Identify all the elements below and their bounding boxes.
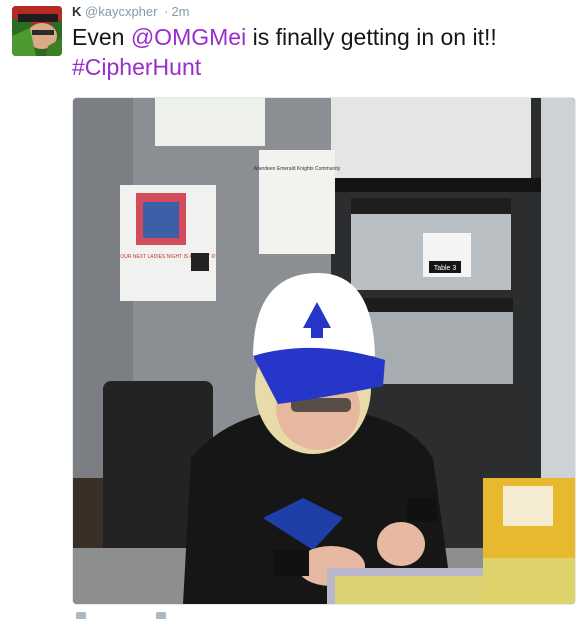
display-name[interactable]: K [72, 4, 81, 19]
tweet-text: Even @OMGMei is finally getting in on it… [72, 22, 572, 82]
tweet-photo[interactable]: Table 3 OUR NEXT LADIES NIGHT IS AUGUST … [72, 97, 576, 605]
handle[interactable]: @kaycxpher [85, 4, 157, 19]
hashtag-link[interactable]: #CipherHunt [72, 54, 201, 80]
tweet-text-before: Even [72, 24, 131, 50]
bin-label: Table 3 [434, 265, 457, 272]
timestamp[interactable]: 2m [171, 4, 189, 19]
tweet-text-after: is finally getting in on it!! [246, 24, 497, 50]
tweet-actions [72, 610, 272, 619]
avatar[interactable] [12, 6, 62, 56]
separator: · [164, 4, 169, 19]
avatar-image [12, 6, 62, 56]
tweet-header: K @kaycxpher · 2m [72, 3, 190, 21]
retweet-icon[interactable] [156, 612, 166, 619]
mention-link[interactable]: @OMGMei [131, 24, 246, 50]
tweet: K @kaycxpher · 2m Even @OMGMei is finally… [0, 0, 582, 619]
reply-icon[interactable] [76, 612, 86, 619]
board-heading: Aberdeen Emerald Knights Community [254, 166, 341, 172]
photo-image: Table 3 OUR NEXT LADIES NIGHT IS AUGUST … [73, 98, 575, 604]
